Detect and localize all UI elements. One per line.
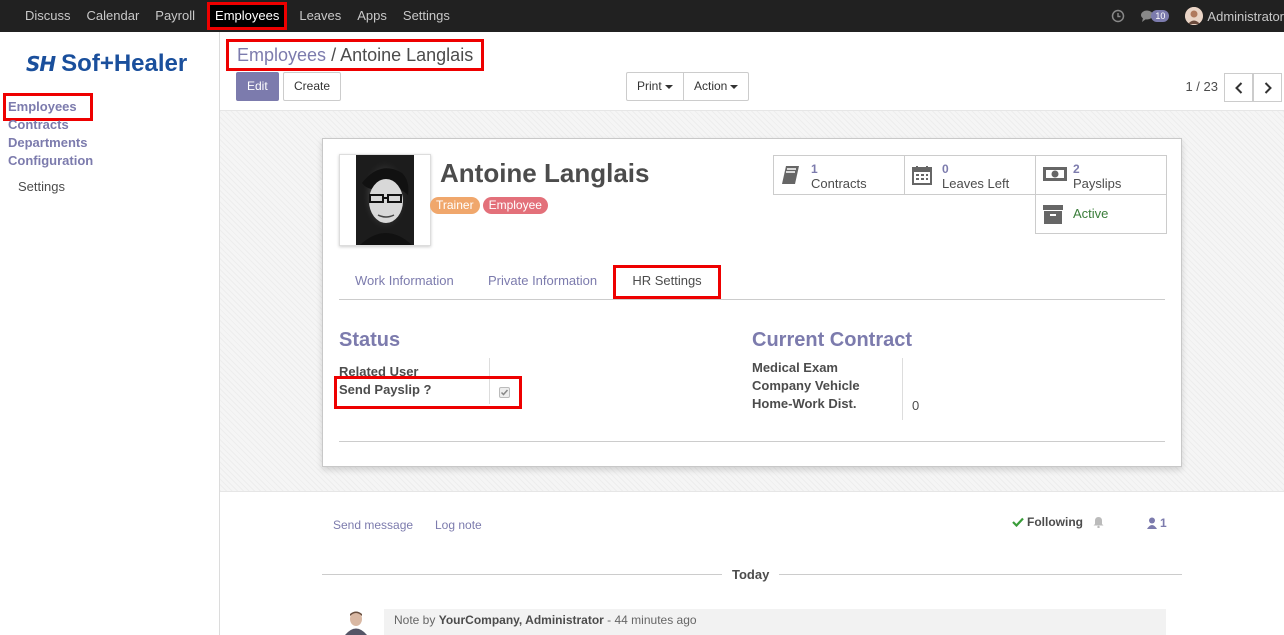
followers-button[interactable]: 1 (1147, 516, 1167, 530)
current-contract-section-title: Current Contract (752, 329, 913, 351)
employee-photo[interactable] (339, 154, 431, 246)
edit-button[interactable]: Edit (236, 72, 279, 101)
tab-hr-settings[interactable]: HR Settings (613, 265, 721, 299)
sidebar-item-configuration[interactable]: Configuration (8, 152, 93, 170)
tab-work-information[interactable]: Work Information (355, 273, 454, 288)
chatter: Send message Log note Following 1 Today … (220, 492, 1284, 635)
chevron-right-icon (1264, 81, 1272, 94)
form-view: Antoine Langlais Trainer Employee 1 Cont… (220, 110, 1284, 492)
top-navbar: Discuss Calendar Payroll Employees Leave… (0, 0, 1284, 32)
pager-value[interactable]: 1 / 23 (1185, 79, 1218, 94)
control-panel: Employees / Antoine Langlais Edit Create… (220, 32, 1284, 110)
softhealer-logo: SH Sof+Healer (26, 50, 187, 78)
contracts-smart-button[interactable]: 1 Contracts (773, 155, 905, 195)
note-message: Note by YourCompany, Administrator - 44 … (384, 609, 1166, 635)
clock-icon[interactable] (1111, 9, 1125, 23)
user-icon (1147, 517, 1157, 529)
contracts-label: Contracts (811, 176, 867, 191)
send-payslip-checkbox[interactable] (499, 387, 510, 398)
user-avatar (1185, 7, 1204, 25)
sidebar: SH Sof+Healer Employees Contracts Depart… (0, 32, 220, 635)
today-label: Today (722, 567, 780, 582)
company-vehicle-label: Company Vehicle (752, 378, 860, 393)
menu-employees[interactable]: Employees (207, 2, 288, 30)
author-avatar[interactable] (345, 610, 367, 635)
archive-icon (1042, 204, 1064, 229)
pager-previous-button[interactable] (1224, 73, 1253, 102)
create-button[interactable]: Create (283, 72, 342, 101)
sidebar-item-settings[interactable]: Settings (8, 178, 93, 196)
home-work-dist-label: Home-Work Dist. (752, 396, 857, 411)
active-label: Active (1073, 206, 1109, 221)
note-prefix: Note by (394, 613, 436, 627)
logo-text: Sof+Healer (61, 50, 188, 77)
notebook-tabs: Work Information Private Information HR … (339, 265, 1165, 300)
logo-mark: SH (26, 52, 56, 76)
breadcrumb-current: Antoine Langlais (340, 45, 474, 65)
menu-leaves[interactable]: Leaves (291, 0, 349, 32)
check-icon (1012, 517, 1024, 527)
tag-employee: Employee (482, 197, 548, 214)
employee-name: Antoine Langlais (440, 158, 650, 188)
leaves-label: Leaves Left (942, 176, 1010, 191)
sidebar-item-departments[interactable]: Departments (8, 134, 93, 152)
print-dropdown[interactable]: Print (626, 72, 684, 101)
book-icon (780, 164, 802, 189)
payslips-count: 2 (1073, 162, 1080, 176)
app-menu: Discuss Calendar Payroll Employees Leave… (0, 0, 458, 32)
payslips-smart-button[interactable]: 2 Payslips (1035, 155, 1167, 195)
breadcrumb-employees[interactable]: Employees (237, 45, 326, 65)
print-label: Print (637, 79, 662, 93)
following-label: Following (1027, 515, 1083, 529)
user-menu[interactable]: Administrator (1185, 7, 1284, 25)
medical-exam-label: Medical Exam (752, 360, 838, 375)
tag-trainer: Trainer (430, 197, 480, 214)
messages-icon[interactable]: 10 (1141, 10, 1170, 22)
main-area: Employees / Antoine Langlais Edit Create… (220, 32, 1284, 635)
tab-private-information[interactable]: Private Information (488, 273, 597, 288)
send-message-link[interactable]: Send message (333, 518, 413, 532)
leaves-smart-button[interactable]: 0 Leaves Left (904, 155, 1036, 195)
followers-count: 1 (1160, 516, 1167, 530)
contract-field-divider (902, 358, 903, 420)
note-time: - 44 minutes ago (607, 613, 697, 627)
breadcrumb: Employees / Antoine Langlais (226, 39, 485, 71)
following-button[interactable]: Following (1012, 515, 1083, 529)
send-payslip-label: Send Payslip ? (339, 382, 432, 397)
chevron-left-icon (1234, 81, 1242, 94)
user-name: Administrator (1207, 8, 1284, 24)
breadcrumb-separator: / (331, 45, 337, 65)
menu-settings[interactable]: Settings (395, 0, 458, 32)
money-icon (1042, 164, 1068, 187)
action-dropdown[interactable]: Action (683, 72, 750, 101)
leaves-count: 0 (942, 162, 949, 176)
log-note-link[interactable]: Log note (435, 518, 482, 532)
home-work-dist-value: 0 (912, 398, 920, 413)
sheet-bottom-separator (339, 441, 1165, 442)
systray: 10 Administrator (1111, 0, 1284, 32)
menu-calendar[interactable]: Calendar (79, 0, 148, 32)
action-caret-icon (730, 84, 739, 89)
active-toggle-button[interactable]: Active (1035, 194, 1167, 234)
action-label: Action (694, 79, 728, 93)
payslips-label: Payslips (1073, 176, 1122, 191)
pager-next-button[interactable] (1253, 73, 1282, 102)
form-sheet: Antoine Langlais Trainer Employee 1 Cont… (322, 138, 1182, 467)
note-author[interactable]: YourCompany, Administrator (439, 613, 604, 627)
status-section-title: Status (339, 329, 401, 351)
employee-tags: Trainer Employee (430, 197, 551, 214)
menu-payroll[interactable]: Payroll (147, 0, 203, 32)
sidebar-item-contracts[interactable]: Contracts (8, 116, 93, 134)
sidebar-menu: Employees Contracts Departments Configur… (3, 93, 94, 196)
calendar-icon (911, 164, 933, 189)
contracts-count: 1 (811, 162, 818, 176)
bell-icon[interactable] (1093, 516, 1104, 531)
messages-count-badge: 10 (1151, 10, 1170, 22)
print-caret-icon (664, 84, 673, 89)
menu-apps[interactable]: Apps (349, 0, 395, 32)
menu-discuss[interactable]: Discuss (17, 0, 79, 32)
